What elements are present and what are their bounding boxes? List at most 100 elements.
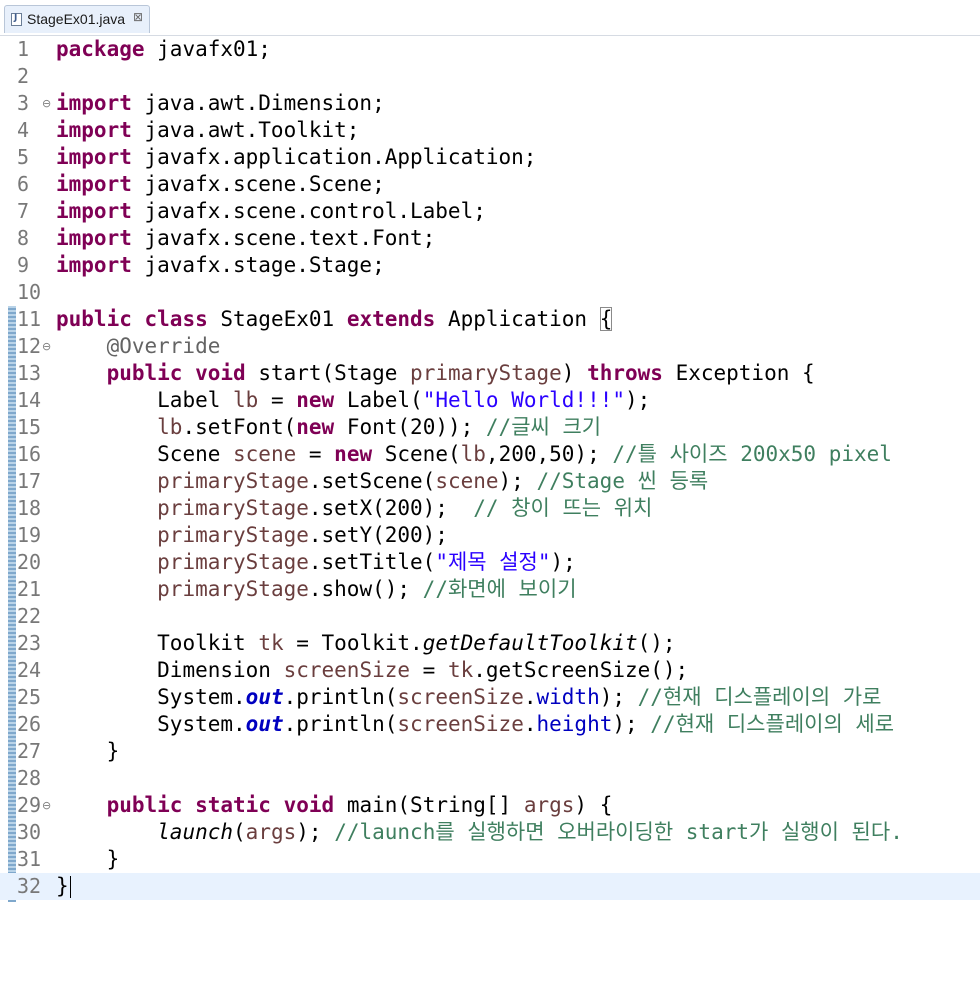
code-line[interactable]: 18 primaryStage.setX(200); // 창이 뜨는 위치: [0, 495, 980, 522]
code-line[interactable]: 13 public void start(Stage primaryStage)…: [0, 360, 980, 387]
code-text: );: [296, 820, 335, 844]
comment: // 창이 뜨는 위치: [473, 496, 653, 520]
keyword: new: [296, 415, 335, 439]
keyword: import: [56, 145, 132, 169]
parameter: args: [245, 820, 297, 844]
line-number: 18: [17, 496, 42, 520]
string-literal: "Hello World!!!": [422, 388, 625, 412]
code-text: java.awt.Toolkit;: [131, 118, 360, 142]
line-number: 2: [17, 64, 30, 88]
keyword: package: [56, 37, 145, 61]
code-text: System.: [157, 712, 246, 736]
tab-label: StageEx01.java: [27, 11, 126, 27]
line-number: 25: [17, 685, 42, 709]
comment: //Stage 씬 등록: [536, 469, 709, 493]
code-line[interactable]: 31 }: [0, 846, 980, 873]
code-line[interactable]: 22: [0, 603, 980, 630]
comment: //화면에 보이기: [422, 577, 577, 601]
code-line[interactable]: 8 import javafx.scene.text.Font;: [0, 225, 980, 252]
comment: //글씨 크기: [485, 415, 602, 439]
code-line[interactable]: 10: [0, 279, 980, 306]
java-file-icon: [11, 13, 22, 26]
keyword: static: [195, 793, 271, 817]
variable: scene: [435, 469, 499, 493]
code-text: Label: [157, 388, 234, 412]
code-text: javafx01;: [144, 37, 271, 61]
code-line[interactable]: 29 ⊖ public static void main(String[] ar…: [0, 792, 980, 819]
keyword: throws: [587, 361, 663, 385]
code-line[interactable]: 16 Scene scene = new Scene(lb,200,50); /…: [0, 441, 980, 468]
code-text: StageEx01: [207, 307, 347, 331]
code-text: java.awt.Dimension;: [131, 91, 385, 115]
code-text: ): [561, 361, 588, 385]
line-number: 13: [17, 361, 42, 385]
code-text: );: [550, 550, 576, 574]
code-line[interactable]: 12 ⊖ @Override: [0, 333, 980, 360]
code-line[interactable]: 25 System.out.println(screenSize.width);…: [0, 684, 980, 711]
code-line[interactable]: 5 import javafx.application.Application;: [0, 144, 980, 171]
code-text: .: [523, 712, 537, 736]
code-text: .setFont(: [182, 415, 297, 439]
matching-brace: {: [599, 307, 613, 331]
keyword: new: [296, 388, 335, 412]
code-text: .setScene(: [308, 469, 436, 493]
line-number: 1: [17, 37, 30, 61]
line-number: 26: [17, 712, 42, 736]
editor-tab-bar: StageEx01.java ⊠: [0, 0, 980, 36]
code-line[interactable]: 11 public class StageEx01 extends Applic…: [0, 306, 980, 333]
code-text: Scene(: [372, 442, 461, 466]
code-line[interactable]: 27 }: [0, 738, 980, 765]
code-line[interactable]: 20 primaryStage.setTitle("제목 설정");: [0, 549, 980, 576]
code-line[interactable]: 4 import java.awt.Toolkit;: [0, 117, 980, 144]
code-text: Application: [435, 307, 600, 331]
comment: //현재 디스플레이의 가로: [637, 685, 882, 709]
code-editor[interactable]: 1 package javafx01; 2 3 ⊖ import java.aw…: [0, 36, 980, 903]
code-line[interactable]: 15 lb.setFont(new Font(20)); //글씨 크기: [0, 414, 980, 441]
code-line[interactable]: 26 System.out.println(screenSize.height)…: [0, 711, 980, 738]
code-line[interactable]: 24 Dimension screenSize = tk.getScreenSi…: [0, 657, 980, 684]
code-line[interactable]: 9 import javafx.stage.Stage;: [0, 252, 980, 279]
tab-close-icon[interactable]: ⊠: [133, 10, 143, 24]
fold-toggle-icon[interactable]: ⊖: [42, 333, 51, 360]
line-number: 10: [17, 280, 42, 304]
code-line-current[interactable]: 32 }: [0, 873, 980, 900]
code-line[interactable]: 28: [0, 765, 980, 792]
line-number: 32: [17, 874, 42, 898]
fold-toggle-icon[interactable]: ⊖: [42, 90, 51, 117]
code-line[interactable]: 17 primaryStage.setScene(scene); //Stage…: [0, 468, 980, 495]
code-line[interactable]: 30 launch(args); //launch를 실행하면 오버라이딩한 s…: [0, 819, 980, 846]
code-text: main(String[]: [334, 793, 524, 817]
code-line[interactable]: 2: [0, 63, 980, 90]
code-line[interactable]: 19 primaryStage.setY(200);: [0, 522, 980, 549]
code-text: javafx.application.Application;: [131, 145, 537, 169]
static-method: getDefaultToolkit: [422, 631, 638, 655]
fold-toggle-icon[interactable]: ⊖: [42, 792, 51, 819]
code-text: );: [612, 712, 651, 736]
code-text: .setX(200);: [308, 496, 474, 520]
keyword: class: [144, 307, 208, 331]
code-line[interactable]: 14 Label lb = new Label("Hello World!!!"…: [0, 387, 980, 414]
keyword: public: [106, 793, 183, 817]
code-text: javafx.scene.control.Label;: [131, 199, 486, 223]
keyword: new: [334, 442, 373, 466]
code-line[interactable]: 1 package javafx01;: [0, 36, 980, 63]
comment: //launch를 실행하면 오버라이딩한 start가 실행이 된다.: [334, 820, 903, 844]
code-text: =: [410, 658, 448, 682]
code-line[interactable]: 21 primaryStage.show(); //화면에 보이기: [0, 576, 980, 603]
code-line[interactable]: 6 import javafx.scene.Scene;: [0, 171, 980, 198]
tab-stageex01-java[interactable]: StageEx01.java ⊠: [4, 5, 150, 33]
code-line[interactable]: 7 import javafx.scene.control.Label;: [0, 198, 980, 225]
code-line[interactable]: 23 Toolkit tk = Toolkit.getDefaultToolki…: [0, 630, 980, 657]
keyword: void: [283, 793, 335, 817]
code-text: .println(: [283, 712, 398, 736]
code-line[interactable]: 3 ⊖ import java.awt.Dimension;: [0, 90, 980, 117]
code-text: );: [625, 388, 651, 412]
parameter: primaryStage: [410, 361, 562, 385]
code-text: (: [233, 820, 246, 844]
code-text: Toolkit: [157, 631, 259, 655]
parameter: primaryStage: [157, 523, 309, 547]
code-text: start(Stage: [245, 361, 411, 385]
code-lines: 1 package javafx01; 2 3 ⊖ import java.aw…: [0, 36, 980, 900]
keyword: import: [56, 91, 132, 115]
comment: //현재 디스플레이의 세로: [650, 712, 895, 736]
